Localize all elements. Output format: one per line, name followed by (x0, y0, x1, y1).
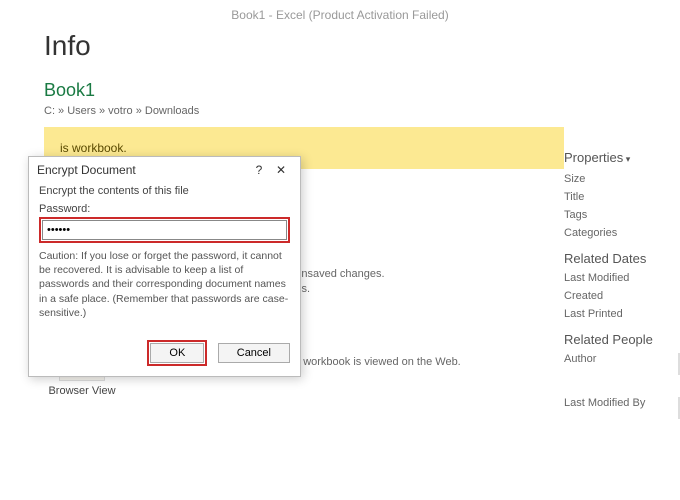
properties-panel: Properties Size14 TitleA TagsA Categorie… (564, 30, 680, 425)
modified-by-row: Last Modified By (564, 397, 680, 419)
help-button[interactable]: ? (248, 163, 270, 177)
related-people-header: Related People (564, 332, 680, 347)
prop-row: CategoriesA (564, 227, 680, 239)
date-row: Last Printed (564, 308, 680, 320)
dialog-subtitle: Encrypt the contents of this file (39, 185, 290, 197)
properties-header[interactable]: Properties (564, 150, 680, 165)
password-label: Password: (39, 203, 290, 215)
cancel-button[interactable]: Cancel (218, 343, 290, 363)
author-row: Author (564, 353, 680, 375)
breadcrumb[interactable]: C: » Users » votro » Downloads (44, 105, 564, 117)
date-row: CreatedT (564, 290, 680, 302)
prop-row: TitleA (564, 191, 680, 203)
ok-highlight: OK (147, 340, 207, 366)
window-title: Book1 - Excel (Product Activation Failed… (0, 0, 680, 30)
related-dates-header: Related Dates (564, 251, 680, 266)
ok-button[interactable]: OK (150, 343, 204, 363)
password-input[interactable] (42, 220, 287, 240)
caution-text: Caution: If you lose or forget the passw… (39, 249, 290, 320)
close-button[interactable]: ✕ (270, 163, 292, 177)
dialog-titlebar[interactable]: Encrypt Document ? ✕ (29, 157, 300, 183)
prop-row: TagsA (564, 209, 680, 221)
prop-row: Size14 (564, 173, 680, 185)
encrypt-document-dialog: Encrypt Document ? ✕ Encrypt the content… (28, 156, 301, 377)
password-highlight (39, 217, 290, 243)
browser-view-label: Browser View (48, 385, 115, 397)
dialog-title: Encrypt Document (37, 163, 248, 177)
page-title: Info (44, 30, 564, 62)
date-row: Last ModifiedT (564, 272, 680, 284)
document-title: Book1 (44, 80, 564, 101)
